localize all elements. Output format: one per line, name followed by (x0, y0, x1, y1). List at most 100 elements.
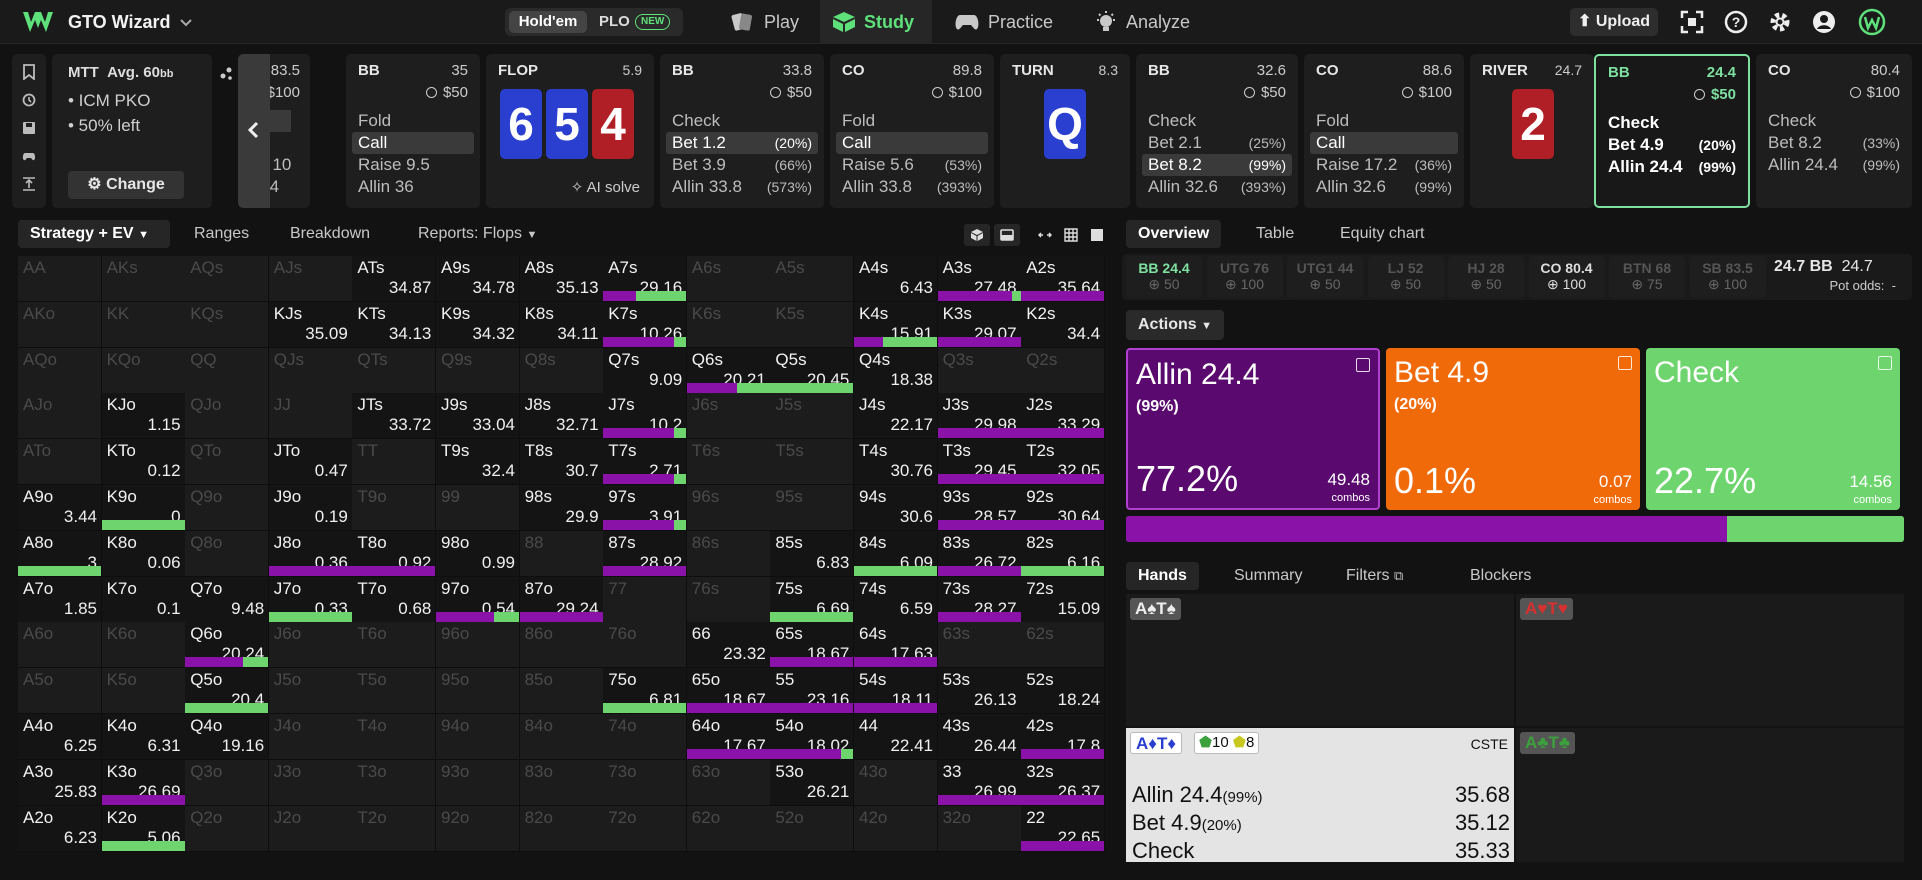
tab-summary[interactable]: Summary (1234, 562, 1302, 590)
seat-chip[interactable]: LJ 52 ⊕ 50 (1367, 256, 1444, 298)
matrix-cell[interactable]: Q6s 20.21 (686, 347, 771, 394)
upload-button[interactable]: ⬆ Upload (1570, 8, 1658, 36)
matrix-cell[interactable]: T6s (686, 439, 771, 486)
seat-chip[interactable]: UTG1 44 ⊕ 50 (1287, 256, 1363, 298)
gear-icon[interactable] (1768, 10, 1792, 34)
matrix-cell[interactable]: QQ (185, 347, 270, 394)
matrix-cell[interactable]: J9o 0.19 (268, 485, 353, 531)
matrix-cell[interactable]: K8s 34.11 (519, 301, 604, 348)
matrix-cell[interactable]: ATs 34.87 (352, 256, 437, 302)
matrix-cell[interactable]: AKs (101, 256, 186, 302)
matrix-cell[interactable]: 62o (686, 805, 771, 852)
tab-filters[interactable]: Filters ⧉ (1346, 562, 1403, 590)
player-card-selected[interactable]: BB 24.4 $50 Check Bet 4.9 (20%) Allin 24.4 (99%… (1594, 54, 1750, 208)
details-icon[interactable] (1878, 356, 1892, 370)
matrix-cell[interactable]: KTo 0.12 (101, 439, 186, 486)
matrix-cell[interactable]: 54s 18.11 (854, 668, 938, 715)
matrix-cell[interactable]: 76s (686, 576, 771, 623)
matrix-cell[interactable]: T3s 29.45 (937, 439, 1022, 486)
matrix-cell[interactable]: 32o (937, 805, 1022, 852)
matrix-cell[interactable]: J8s 32.71 (519, 393, 604, 440)
scroll-left-button[interactable] (238, 54, 270, 208)
matrix-cell[interactable]: QJs (268, 347, 353, 394)
tab-ranges[interactable]: Ranges (194, 220, 249, 248)
matrix-cell[interactable]: 53s 26.13 (937, 668, 1022, 715)
matrix-cell[interactable]: K9s 34.32 (436, 301, 520, 348)
matrix-cell[interactable]: KJo 1.15 (101, 393, 186, 440)
ai-solve-button[interactable]: ✧ AI solve (571, 178, 640, 196)
matrix-cell[interactable]: A3s 27.48 (937, 256, 1022, 302)
matrix-cell[interactable]: AA (18, 256, 102, 302)
controller-icon[interactable] (22, 148, 36, 164)
action-option[interactable]: Call (1310, 132, 1458, 154)
matrix-cell[interactable]: T4o (352, 714, 437, 760)
nav-study[interactable]: Study (820, 0, 932, 44)
matrix-cell[interactable]: 54o 18.02 (770, 714, 855, 760)
action-option[interactable]: Check (1762, 110, 1906, 132)
matrix-cell[interactable]: A2o 6.23 (18, 805, 102, 852)
action-box[interactable]: Check 22.7% 14.56 combos (1646, 348, 1900, 510)
matrix-cell[interactable]: A4s 6.43 (854, 256, 938, 302)
matrix-cell[interactable]: J6s (686, 393, 771, 440)
matrix-cell[interactable]: 66 23.32 (686, 622, 771, 669)
matrix-cell[interactable]: 88 (519, 530, 604, 577)
matrix-cell[interactable]: 94o (436, 714, 520, 760)
tab-overview[interactable]: Overview (1126, 220, 1222, 248)
action-option[interactable]: Bet 3.9 (66%) (666, 154, 818, 176)
action-box[interactable]: Bet 4.9 (20%) 0.1% 0.07 combos (1386, 348, 1640, 510)
matrix-cell[interactable]: A9o 3.44 (18, 485, 102, 531)
history-icon[interactable] (22, 92, 36, 108)
matrix-cell[interactable]: J2s 33.29 (1021, 393, 1106, 440)
seat-chip[interactable]: BB 24.4 ⊕ 50 (1126, 256, 1202, 298)
matrix-cell[interactable]: JJ (268, 393, 353, 440)
nav-analyze[interactable]: Analyze (1082, 0, 1202, 44)
matrix-cell[interactable]: 87o 29.24 (519, 576, 604, 623)
matrix-cell[interactable]: T9s 32.4 (436, 439, 520, 486)
details-icon[interactable] (1356, 358, 1370, 372)
player-card[interactable]: CO 80.4 $100 Check Bet 8.2 (33%) Allin 24.4 (99… (1756, 54, 1912, 208)
matrix-cell[interactable]: T6o (352, 622, 437, 669)
matrix-cell[interactable]: Q7s 9.09 (603, 347, 688, 394)
matrix-cell[interactable]: 83s 26.72 (937, 530, 1022, 577)
matrix-cell[interactable]: T4s 30.76 (854, 439, 938, 486)
matrix-cell[interactable]: K2o 5.06 (101, 805, 186, 852)
matrix-cell[interactable]: A8o 3 (18, 530, 102, 577)
matrix-cell[interactable]: 65s 18.67 (770, 622, 855, 669)
tab-hands[interactable]: Hands (1126, 562, 1199, 590)
matrix-cell[interactable]: Q7o 9.48 (185, 576, 270, 623)
player-card[interactable]: BB 33.8 $50 Check Bet 1.2 (20%) Bet 3.9 (66%) Al… (660, 54, 824, 208)
gto-wizard-logo[interactable] (22, 10, 54, 34)
matrix-cell[interactable]: 97s 3.91 (603, 485, 688, 531)
matrix-cell[interactable]: 96s (686, 485, 771, 531)
matrix-cell[interactable]: 96o (436, 622, 520, 669)
matrix-cell[interactable]: 75s 6.69 (770, 576, 855, 623)
matrix-cell[interactable]: 82s 6.16 (1021, 530, 1106, 577)
matrix-cell[interactable]: K5s (770, 301, 855, 348)
action-option[interactable]: Fold (1310, 110, 1458, 132)
matrix-cell[interactable]: A3o 25.83 (18, 759, 102, 806)
matrix-cell[interactable]: A5s (770, 256, 855, 302)
matrix-cell[interactable]: 94s 30.6 (854, 485, 938, 531)
action-option[interactable]: Allin 33.8 (393%) (836, 176, 988, 198)
matrix-cell[interactable]: 75o 6.81 (603, 668, 688, 715)
plo-toggle[interactable]: PLO (599, 11, 630, 33)
matrix-cell[interactable]: 43s 26.44 (937, 714, 1022, 760)
matrix-cell[interactable]: 22 22.65 (1021, 805, 1106, 852)
reports-dropdown[interactable]: Reports: Flops ▼ (418, 220, 537, 248)
matrix-cell[interactable]: T8s 30.7 (519, 439, 604, 486)
split-view-icon[interactable] (994, 224, 1020, 246)
tab-table[interactable]: Table (1256, 220, 1294, 248)
seat-chip[interactable]: BTN 68 ⊕ 75 (1609, 256, 1685, 298)
action-option[interactable]: Bet 4.9 (20%) (1602, 134, 1742, 156)
action-option[interactable]: Raise 5.6 (53%) (836, 154, 988, 176)
matrix-cell[interactable]: 95o (436, 668, 520, 715)
matrix-cell[interactable]: JTo 0.47 (268, 439, 353, 486)
action-option[interactable]: Allin 24.4 (99%) (1602, 156, 1742, 178)
matrix-cell[interactable]: KTs 34.13 (352, 301, 437, 348)
matrix-cell[interactable]: QJo (185, 393, 270, 440)
seat-chip[interactable]: UTG 76 ⊕ 100 (1206, 256, 1283, 298)
player-card[interactable]: CO 89.8 $100 Fold Call Raise 5.6 (53%) Allin 33… (830, 54, 994, 208)
matrix-cell[interactable]: 83o (519, 759, 604, 806)
matrix-cell[interactable]: Q2s (1021, 347, 1106, 394)
action-option[interactable]: Fold (352, 110, 474, 132)
